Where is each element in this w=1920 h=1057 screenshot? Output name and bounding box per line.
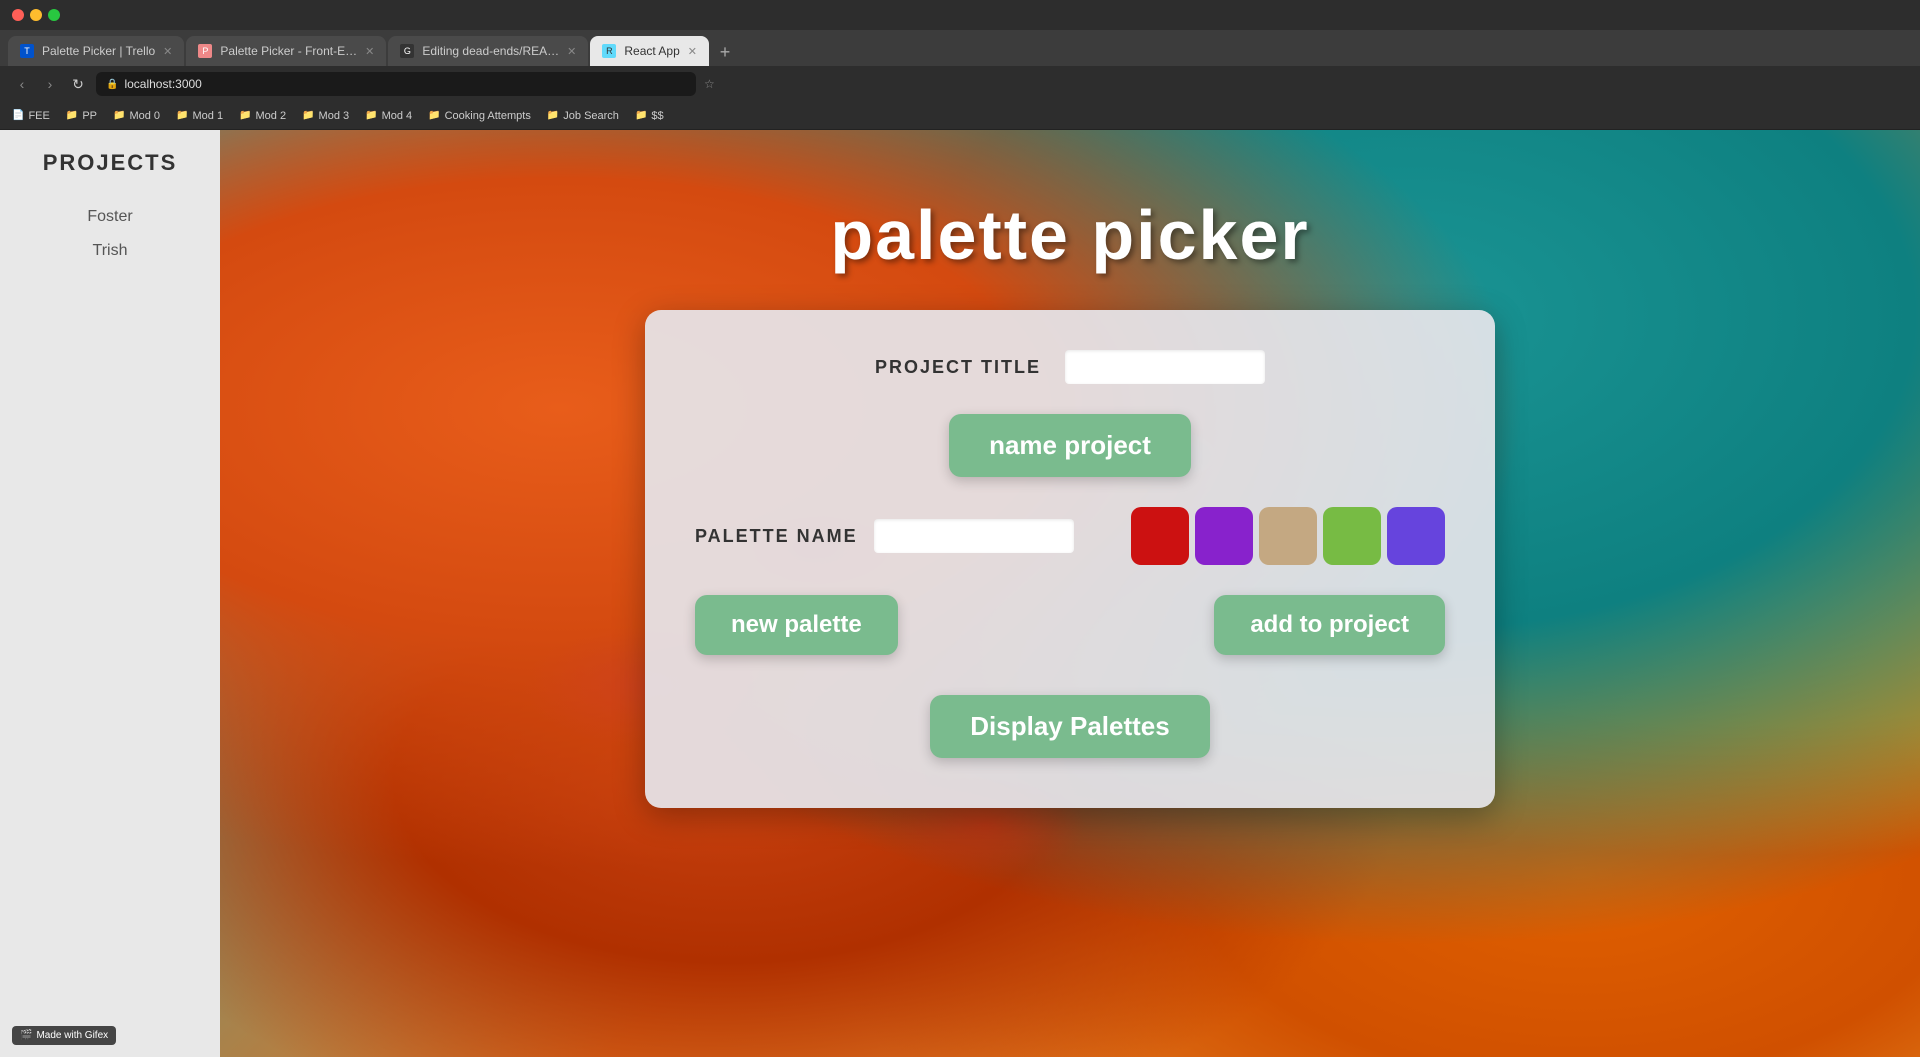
back-button[interactable]: ‹ [12,76,32,92]
tab-favicon-frontend: P [198,44,212,58]
tab-close-frontend[interactable]: ✕ [365,45,374,58]
forward-button[interactable]: › [40,76,60,92]
browser-chrome: T Palette Picker | Trello ✕ P Palette Pi… [0,0,1920,130]
color-swatch-1[interactable] [1131,507,1189,565]
made-with-gifex-badge: 🎬 Made with Gifex [12,1026,116,1045]
bookmark-mod3[interactable]: 📁 Mod 3 [302,110,349,122]
bookmark-icon-money: 📁 [635,110,647,121]
bookmark-mod4[interactable]: 📁 Mod 4 [365,110,412,122]
bookmark-label-mod1: Mod 1 [192,110,223,122]
bookmark-label-pp: PP [82,110,97,122]
color-swatches [1131,507,1445,565]
tab-bar: T Palette Picker | Trello ✕ P Palette Pi… [0,30,1920,66]
bookmark-fee[interactable]: 📄 FEE [12,110,50,122]
main-area: palette picker PROJECT TITLE name projec… [220,130,1920,1057]
bookmark-label-cooking: Cooking Attempts [445,110,531,122]
bookmark-icon-mod2: 📁 [239,110,251,121]
bookmark-cooking[interactable]: 📁 Cooking Attempts [428,110,531,122]
new-tab-button[interactable]: + [711,38,739,66]
bookmark-icon-fee: 📄 [12,110,24,121]
tab-github[interactable]: G Editing dead-ends/README.m... ✕ [388,36,588,66]
reload-button[interactable]: ↻ [68,76,88,93]
bookmark-label-mod4: Mod 4 [382,110,413,122]
bookmark-money[interactable]: 📁 $$ [635,110,664,122]
bookmark-icon-mod1: 📁 [176,110,188,121]
tab-trello[interactable]: T Palette Picker | Trello ✕ [8,36,184,66]
bookmark-icon-mod4: 📁 [365,110,377,121]
tab-close-react[interactable]: ✕ [688,45,697,58]
bookmark-button[interactable]: ☆ [704,77,715,91]
tab-title-frontend: Palette Picker - Front-End Eng... [220,44,357,58]
palette-name-left: PALETTE NAME [695,519,1074,553]
buttons-row: new palette add to project [695,595,1445,655]
tab-favicon-react: R [602,44,616,58]
url-text: localhost:3000 [124,77,201,91]
title-bar [0,0,1920,30]
tab-title-github: Editing dead-ends/README.m... [422,44,559,58]
palette-row: PALETTE NAME [695,507,1445,565]
app-container: PROJECTS Foster Trish palette picker PRO… [0,130,1920,1057]
add-to-project-button[interactable]: add to project [1214,595,1445,655]
tab-close-trello[interactable]: ✕ [163,45,172,58]
project-title-input[interactable] [1065,350,1265,384]
bookmarks-bar: 📄 FEE 📁 PP 📁 Mod 0 📁 Mod 1 📁 Mod 2 📁 Mod… [0,102,1920,130]
project-title-row: PROJECT TITLE [695,350,1445,384]
project-title-label: PROJECT TITLE [875,357,1041,378]
header: palette picker [220,130,1920,340]
display-palettes-button[interactable]: Display Palettes [930,695,1209,758]
close-window-button[interactable] [12,9,24,21]
name-project-button[interactable]: name project [949,414,1191,477]
color-swatch-5[interactable] [1387,507,1445,565]
bookmark-mod2[interactable]: 📁 Mod 2 [239,110,286,122]
bookmark-label-jobs: Job Search [563,110,619,122]
color-swatch-4[interactable] [1323,507,1381,565]
palette-name-label: PALETTE NAME [695,526,858,547]
app-title: palette picker [830,195,1309,275]
color-swatch-2[interactable] [1195,507,1253,565]
sidebar-project-foster[interactable]: Foster [0,200,220,234]
tab-close-github[interactable]: ✕ [567,45,576,58]
tab-favicon-trello: T [20,44,34,58]
bookmark-label-mod0: Mod 0 [129,110,160,122]
bookmark-icon-mod3: 📁 [302,110,314,121]
color-swatch-3[interactable] [1259,507,1317,565]
sidebar: PROJECTS Foster Trish [0,130,220,1057]
traffic-lights [12,9,60,21]
main-card: PROJECT TITLE name project PALETTE NAME [645,310,1495,808]
tab-favicon-github: G [400,44,414,58]
bookmark-icon-jobs: 📁 [547,110,559,121]
bookmark-label-mod3: Mod 3 [319,110,350,122]
bookmark-label-mod2: Mod 2 [256,110,287,122]
maximize-window-button[interactable] [48,9,60,21]
tab-react[interactable]: R React App ✕ [590,36,709,66]
tab-title-react: React App [624,44,679,58]
security-icon: 🔒 [106,79,118,90]
tab-title-trello: Palette Picker | Trello [42,44,155,58]
bookmark-jobs[interactable]: 📁 Job Search [547,110,619,122]
address-bar: ‹ › ↻ 🔒 localhost:3000 ☆ [0,66,1920,102]
bookmark-icon-cooking: 📁 [428,110,440,121]
bookmark-pp[interactable]: 📁 PP [66,110,97,122]
bookmark-icon-pp: 📁 [66,110,78,121]
new-palette-button[interactable]: new palette [695,595,898,655]
minimize-window-button[interactable] [30,9,42,21]
bookmark-mod0[interactable]: 📁 Mod 0 [113,110,160,122]
bookmark-label-fee: FEE [28,110,49,122]
tab-frontend[interactable]: P Palette Picker - Front-End Eng... ✕ [186,36,386,66]
gifex-label: Made with Gifex [36,1030,108,1041]
gifex-icon: 🎬 [20,1030,32,1041]
bookmark-label-money: $$ [651,110,663,122]
palette-name-input[interactable] [874,519,1074,553]
bookmark-mod1[interactable]: 📁 Mod 1 [176,110,223,122]
bookmark-icon-mod0: 📁 [113,110,125,121]
sidebar-project-trish[interactable]: Trish [0,234,220,268]
url-bar[interactable]: 🔒 localhost:3000 [96,72,696,96]
sidebar-title: PROJECTS [0,150,220,176]
